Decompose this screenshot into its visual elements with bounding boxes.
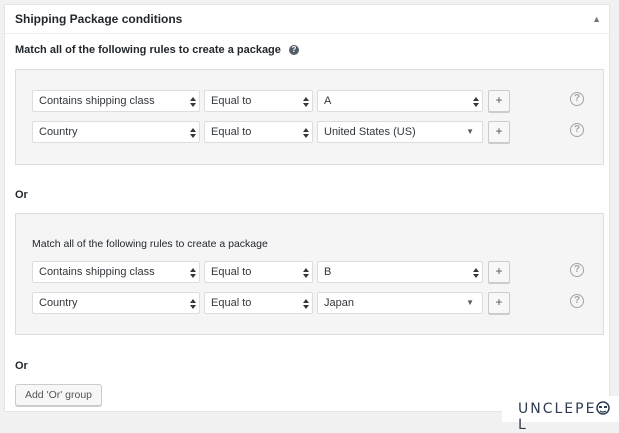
condition-select[interactable]: Country bbox=[32, 292, 200, 314]
question-help-icon[interactable]: ? bbox=[570, 263, 584, 277]
operator-value: Equal to bbox=[211, 297, 252, 309]
watermark-text-part: UNCLEPE bbox=[518, 401, 597, 417]
group-intro-text: Match all of the following rules to crea… bbox=[15, 44, 299, 56]
select-arrows-icon bbox=[473, 97, 479, 107]
help-icon[interactable]: ? bbox=[288, 45, 299, 55]
chevron-down-icon: ▼ bbox=[466, 298, 474, 307]
condition-select[interactable]: Contains shipping class bbox=[32, 90, 200, 112]
select-arrows-icon bbox=[190, 97, 196, 107]
condition-value: Contains shipping class bbox=[39, 266, 155, 278]
select-arrows-icon bbox=[190, 128, 196, 138]
group-label: Match all of the following rules to crea… bbox=[32, 238, 268, 250]
select-arrows-icon bbox=[190, 268, 196, 278]
add-rule-button[interactable]: + bbox=[488, 90, 510, 112]
add-rule-button[interactable]: + bbox=[488, 261, 510, 283]
condition-value: Country bbox=[39, 297, 78, 309]
value-select[interactable]: A bbox=[317, 90, 483, 112]
rule-row: Contains shipping class Equal to B + ? bbox=[32, 261, 592, 283]
value-select[interactable]: Japan ▼ bbox=[317, 292, 483, 314]
panel-header[interactable]: Shipping Package conditions ▲ bbox=[5, 5, 609, 34]
operator-select[interactable]: Equal to bbox=[204, 90, 313, 112]
panel-title: Shipping Package conditions bbox=[15, 12, 183, 26]
rule-row: Contains shipping class Equal to A + ? bbox=[32, 90, 592, 112]
select-arrows-icon bbox=[473, 268, 479, 278]
watermark-logo: UNCLEPEL bbox=[502, 396, 619, 433]
package-conditions-panel: Shipping Package conditions ▲ Match all … bbox=[4, 4, 610, 412]
add-or-group-button[interactable]: Add 'Or' group bbox=[15, 384, 102, 406]
question-help-icon[interactable]: ? bbox=[570, 294, 584, 308]
condition-value: Contains shipping class bbox=[39, 95, 155, 107]
chevron-down-icon: ▼ bbox=[466, 127, 474, 136]
or-label: Or bbox=[15, 360, 28, 372]
operator-value: Equal to bbox=[211, 126, 252, 138]
value-value: A bbox=[324, 95, 332, 107]
operator-select[interactable]: Equal to bbox=[204, 121, 313, 143]
rule-row: Country Equal to Japan ▼ + ? bbox=[32, 292, 592, 314]
select-arrows-icon bbox=[303, 268, 309, 278]
operator-value: Equal to bbox=[211, 95, 252, 107]
condition-select[interactable]: Country bbox=[32, 121, 200, 143]
intro-label: Match all of the following rules to crea… bbox=[15, 44, 281, 56]
condition-value: Country bbox=[39, 126, 78, 138]
select-arrows-icon bbox=[190, 299, 196, 309]
value-value: United States (US) bbox=[324, 126, 416, 138]
rule-group-2: Match all of the following rules to crea… bbox=[15, 213, 604, 335]
select-arrows-icon bbox=[303, 128, 309, 138]
collapse-toggle-icon[interactable]: ▲ bbox=[592, 14, 601, 24]
operator-select[interactable]: Equal to bbox=[204, 261, 313, 283]
operator-select[interactable]: Equal to bbox=[204, 292, 313, 314]
question-help-icon[interactable]: ? bbox=[570, 123, 584, 137]
mascot-face-icon bbox=[596, 401, 611, 415]
or-label: Or bbox=[15, 189, 28, 201]
select-arrows-icon bbox=[303, 299, 309, 309]
condition-select[interactable]: Contains shipping class bbox=[32, 261, 200, 283]
value-select[interactable]: B bbox=[317, 261, 483, 283]
value-value: Japan bbox=[324, 297, 354, 309]
question-help-icon[interactable]: ? bbox=[570, 92, 584, 106]
add-rule-button[interactable]: + bbox=[488, 121, 510, 143]
value-value: B bbox=[324, 266, 332, 278]
watermark-text: UNCLEPEL bbox=[518, 401, 619, 433]
rule-group-1: Contains shipping class Equal to A + ? C… bbox=[15, 69, 604, 165]
watermark-text-part: L bbox=[518, 417, 528, 433]
value-select[interactable]: United States (US) ▼ bbox=[317, 121, 483, 143]
rule-row: Country Equal to United States (US) ▼ + … bbox=[32, 121, 592, 143]
select-arrows-icon bbox=[303, 97, 309, 107]
operator-value: Equal to bbox=[211, 266, 252, 278]
add-rule-button[interactable]: + bbox=[488, 292, 510, 314]
